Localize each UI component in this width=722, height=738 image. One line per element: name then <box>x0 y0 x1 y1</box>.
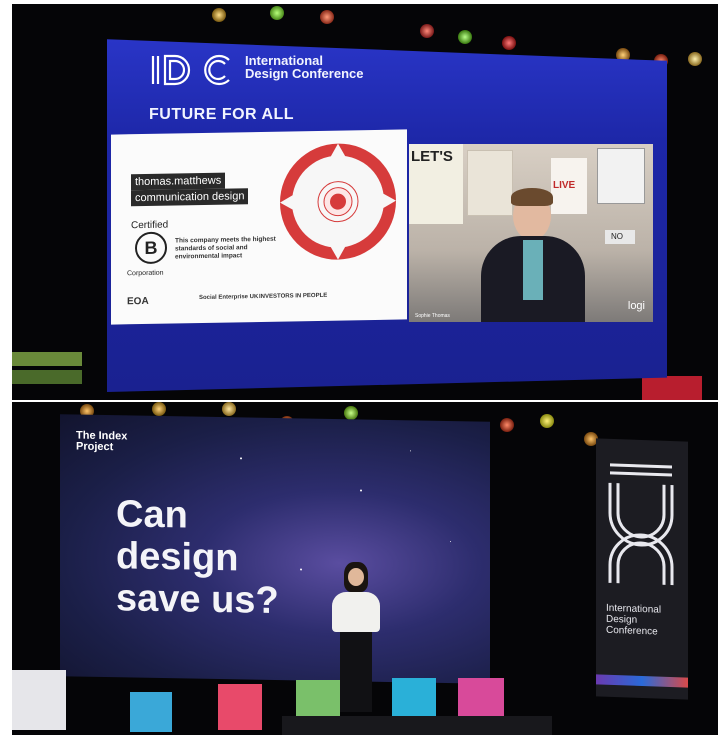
investors-in-people-logo: INVESTORS IN PEOPLE <box>259 292 328 300</box>
banner-conference-name: International Design Conference <box>606 602 662 638</box>
stage-light <box>502 36 516 50</box>
banner-stripe <box>596 674 688 688</box>
headline-line: Can <box>116 493 188 537</box>
design-wheel-diagram-icon <box>280 143 396 260</box>
star <box>410 450 411 452</box>
certification-description: This company meets the highest standards… <box>175 235 276 261</box>
stage-step <box>12 352 82 366</box>
stage-block <box>296 680 340 720</box>
speaker-video-feed: LET'S LIVE NO Sophie Thomas logi <box>409 144 653 322</box>
stage-light <box>212 8 226 22</box>
conference-banner: International Design Conference <box>596 438 688 700</box>
headline-line: design <box>116 535 239 580</box>
star <box>240 457 242 460</box>
stage-step <box>642 376 702 400</box>
eoa-logo: EOA <box>127 295 149 308</box>
poster-lets: LET'S <box>409 144 463 224</box>
presentation-screen: The Index Project Can design save us? <box>60 414 490 684</box>
idc-banner-logo-icon <box>608 463 674 586</box>
stage-light <box>320 10 334 24</box>
conference-photo-top: International Design Conference FUTURE F… <box>12 4 718 400</box>
conference-name: International Design Conference <box>245 53 364 81</box>
poster-art <box>467 150 513 216</box>
speaker-face <box>348 568 364 586</box>
certified-label: Certified <box>131 219 169 232</box>
stage-block <box>12 670 66 730</box>
conference-tagline: FUTURE FOR ALL <box>149 106 295 123</box>
speaker-trousers <box>340 632 372 712</box>
stage-block <box>130 692 172 732</box>
stage-block <box>392 678 436 720</box>
stage-monitor <box>282 716 552 735</box>
company-name-tag: thomas.matthews <box>131 172 226 191</box>
index-project-label: The Index Project <box>76 429 128 454</box>
camera-logo: logi <box>627 300 645 312</box>
poster-live: LIVE <box>551 158 587 214</box>
speaker-name-label: Sophie Thomas <box>415 313 450 319</box>
speaker-top <box>332 592 380 632</box>
star <box>360 489 362 492</box>
stage-light <box>458 30 472 44</box>
b-corp-logo-icon: B <box>135 231 167 265</box>
stage-light <box>270 6 284 20</box>
stage-block <box>458 678 504 718</box>
stage-light <box>540 414 554 428</box>
stage-step <box>12 370 82 384</box>
led-screen: International Design Conference FUTURE F… <box>107 39 667 392</box>
stage-block <box>218 684 262 730</box>
corporation-label: Corporation <box>127 269 164 278</box>
poster-text: LET'S <box>411 148 453 165</box>
idc-logo-icon <box>151 54 230 86</box>
stage-light <box>222 402 236 416</box>
poster-live-text: LIVE <box>553 180 576 191</box>
conference-photo-bottom: The Index Project Can design save us? In… <box>12 402 718 735</box>
company-subtitle-tag: communication design <box>131 188 249 207</box>
stage-light <box>420 24 434 38</box>
partner-logos: EOA Social Enterprise UK INVESTORS IN PE… <box>127 292 377 310</box>
speaker-hair <box>511 188 553 206</box>
stage-light <box>500 418 514 432</box>
no-sign-text: NO <box>611 232 623 241</box>
no-sign: NO <box>605 230 635 244</box>
speaker-scarf <box>523 240 543 300</box>
stage-light <box>688 52 702 66</box>
stage-light <box>152 402 166 416</box>
social-enterprise-logo: Social Enterprise UK <box>199 294 259 302</box>
headline-line: save us? <box>116 577 279 623</box>
star <box>300 568 302 571</box>
slide-headline: Can design save us? <box>116 493 279 622</box>
poster-paint <box>597 148 645 204</box>
stage-light <box>344 406 358 420</box>
star <box>450 541 451 543</box>
presentation-slide: thomas.matthews communication design Cer… <box>111 129 407 325</box>
